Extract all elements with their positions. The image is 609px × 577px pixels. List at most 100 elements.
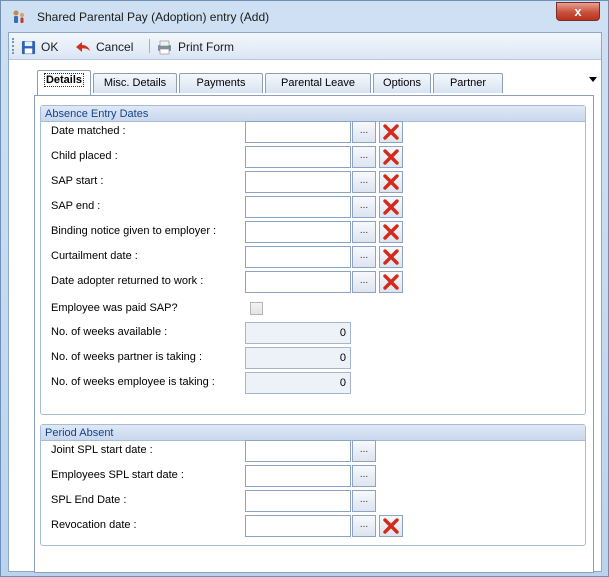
details-pane: Absence Entry Dates Date matched : ... C… [34,95,594,573]
clear-date-button[interactable] [379,171,403,193]
red-x-icon [383,174,399,190]
red-x-icon [383,249,399,265]
close-icon: x [574,4,582,19]
tab-options[interactable]: Options [373,73,431,93]
toolbar-grip[interactable] [12,38,15,54]
tab-partner[interactable]: Partner [433,73,503,93]
red-x-icon [383,224,399,240]
sap-end-input[interactable] [245,196,351,218]
tab-label: Options [383,77,421,89]
dialog-window: Shared Parental Pay (Adoption) entry (Ad… [0,0,609,577]
employees-spl-start-input[interactable] [245,465,351,487]
close-button[interactable]: x [556,2,600,21]
cancel-button[interactable]: Cancel [75,38,133,56]
weeks-employee-field[interactable]: 0 [245,372,351,394]
tab-parental-leave[interactable]: Parental Leave [265,73,371,93]
tab-label: Payments [196,77,246,89]
title-bar[interactable]: Shared Parental Pay (Adoption) entry (Ad… [1,1,608,33]
red-x-icon [383,199,399,215]
date-picker-button[interactable]: ... [352,171,376,193]
field-label: SAP start : [51,175,104,187]
field-label: Curtailment date : [51,250,138,262]
paid-sap-checkbox[interactable] [250,302,263,315]
family-icon [13,10,24,23]
red-x-icon [383,149,399,165]
weeks-partner-row: No. of weeks partner is taking : 0 [41,347,585,369]
weeks-employee-row: No. of weeks employee is taking : 0 [41,372,585,394]
paid-sap-row: Employee was paid SAP? [41,298,585,320]
spl-end-date-input[interactable] [245,490,351,512]
clear-date-button[interactable] [379,196,403,218]
absence-entry-dates-group: Absence Entry Dates Date matched : ... C… [40,105,586,415]
tab-strip: Details Misc. Details Payments Parental … [9,60,601,97]
employees-spl-start-row: Employees SPL start date : ... [41,465,585,487]
absence-group-title: Absence Entry Dates [41,106,585,122]
sap-start-input[interactable] [245,171,351,193]
date-picker-button[interactable]: ... [352,465,376,487]
joint-spl-start-input[interactable] [245,440,351,462]
cancel-label: Cancel [96,40,134,54]
binding-notice-input[interactable] [245,221,351,243]
date-matched-row: Date matched : ... [41,121,585,143]
date-picker-button[interactable]: ... [352,246,376,268]
revocation-date-row: Revocation date : ... [41,515,585,537]
toolbar: OK Cancel Print Form [9,33,601,60]
curtailment-date-input[interactable] [245,246,351,268]
field-label: Employees SPL start date : [51,469,184,481]
tab-misc-details[interactable]: Misc. Details [93,73,177,93]
print-form-button[interactable]: Print Form [156,38,234,56]
tab-overflow-icon[interactable] [589,77,597,82]
date-picker-button[interactable]: ... [352,271,376,293]
tab-label: Partner [449,77,487,89]
tab-label: Parental Leave [281,77,355,89]
tab-details[interactable]: Details [37,70,91,95]
weeks-available-field[interactable]: 0 [245,322,351,344]
clear-date-button[interactable] [379,271,403,293]
field-label: Binding notice given to employer : [51,225,217,237]
date-picker-button[interactable]: ... [352,196,376,218]
field-label: Revocation date : [51,519,137,531]
tab-label: Details [43,73,85,87]
date-picker-button[interactable]: ... [352,490,376,512]
toolbar-separator [149,39,150,53]
print-form-label: Print Form [178,40,235,54]
red-x-icon [383,274,399,290]
red-x-icon [383,518,399,534]
binding-notice-row: Binding notice given to employer : ... [41,221,585,243]
date-returned-row: Date adopter returned to work : ... [41,271,585,293]
date-picker-button[interactable]: ... [352,440,376,462]
field-label: No. of weeks employee is taking : [51,376,215,388]
clear-date-button[interactable] [379,146,403,168]
ok-label: OK [41,40,59,54]
date-matched-input[interactable] [245,121,351,143]
tab-label: Misc. Details [103,77,167,89]
child-placed-input[interactable] [245,146,351,168]
date-picker-button[interactable]: ... [352,221,376,243]
clear-date-button[interactable] [379,221,403,243]
dialog-body: OK Cancel Print Form Details Misc. Detai… [8,32,602,573]
date-picker-button[interactable]: ... [352,146,376,168]
clear-date-button[interactable] [379,515,403,537]
spl-end-date-row: SPL End Date : ... [41,490,585,512]
date-picker-button[interactable]: ... [352,515,376,537]
curtailment-date-row: Curtailment date : ... [41,246,585,268]
field-label: SPL End Date : [51,494,127,506]
field-label: No. of weeks available : [51,326,168,338]
field-label: Child placed : [51,150,118,162]
date-picker-button[interactable]: ... [352,121,376,143]
weeks-partner-field[interactable]: 0 [245,347,351,369]
child-placed-row: Child placed : ... [41,146,585,168]
clear-date-button[interactable] [379,246,403,268]
back-arrow-icon [76,42,90,52]
revocation-date-input[interactable] [245,515,351,537]
period-absent-group: Period Absent Joint SPL start date : ...… [40,424,586,546]
date-returned-input[interactable] [245,271,351,293]
red-x-icon [383,124,399,140]
tab-payments[interactable]: Payments [179,73,263,93]
window-title: Shared Parental Pay (Adoption) entry (Ad… [37,10,270,24]
field-label: Employee was paid SAP? [51,302,178,314]
joint-spl-start-row: Joint SPL start date : ... [41,440,585,462]
ok-button[interactable]: OK [21,38,58,56]
clear-date-button[interactable] [379,121,403,143]
field-label: SAP end : [51,200,101,212]
